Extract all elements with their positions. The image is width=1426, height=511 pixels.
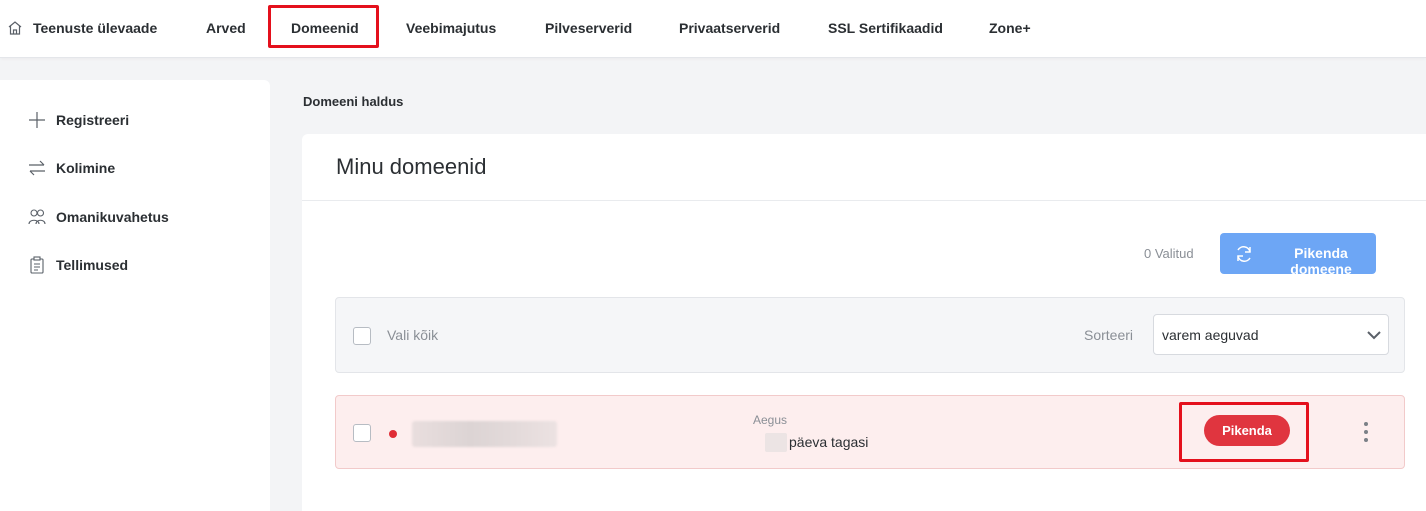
home-icon xyxy=(8,21,22,35)
top-navigation: Teenuste ülevaade Arved Domeenid Veebima… xyxy=(0,0,1426,58)
highlight-renew xyxy=(1179,402,1309,462)
expiry-days-redacted xyxy=(765,433,787,452)
sidebar-item-label: Registreeri xyxy=(56,112,130,128)
domain-name-redacted xyxy=(412,421,557,447)
page-title: Minu domeenid xyxy=(336,154,487,179)
select-all-checkbox[interactable] xyxy=(353,327,371,345)
domain-checkbox[interactable] xyxy=(353,424,371,442)
sort-label: Sorteeri xyxy=(1084,327,1134,343)
sidebar-item-label: Tellimused xyxy=(56,257,129,273)
expiry-value: päeva tagasi xyxy=(789,434,869,450)
chevron-down-icon xyxy=(1367,331,1381,340)
clipboard-icon xyxy=(30,256,44,274)
breadcrumb: Domeeni haldus xyxy=(303,94,404,109)
nav-private-servers[interactable]: Privaatserverid xyxy=(679,18,780,38)
transfer-arrows-icon xyxy=(29,160,45,176)
highlight-domains xyxy=(268,5,379,48)
sidebar: Registreeri Kolimine Omanikuvahetus Tell… xyxy=(0,80,270,511)
nav-hosting[interactable]: Veebimajutus xyxy=(406,18,496,38)
users-icon xyxy=(28,209,46,225)
more-options-icon[interactable] xyxy=(1361,420,1371,444)
status-dot-icon xyxy=(389,430,397,438)
domains-card: Minu domeenid 0 Valitud Pikenda domeene … xyxy=(302,134,1426,511)
nav-ssl-certificates[interactable]: SSL Sertifikaadid xyxy=(828,18,943,38)
nav-home[interactable]: Teenuste ülevaade xyxy=(33,18,157,38)
domain-row: Aegus päeva tagasi Pikenda xyxy=(335,395,1405,469)
sort-select-value: varem aeguvad xyxy=(1162,327,1259,343)
divider xyxy=(302,200,1426,201)
renew-domains-button[interactable]: Pikenda domeene xyxy=(1220,233,1376,277)
list-toolbar: Vali kõik Sorteeri varem aeguvad xyxy=(335,297,1405,373)
sidebar-item-label: Kolimine xyxy=(56,160,116,176)
sort-select[interactable]: varem aeguvad xyxy=(1153,314,1389,355)
select-all-label: Vali kõik xyxy=(387,327,439,343)
nav-zoneplus[interactable]: Zone+ xyxy=(989,18,1031,38)
nav-invoices[interactable]: Arved xyxy=(206,18,246,38)
nav-cloud-servers[interactable]: Pilveserverid xyxy=(545,18,632,38)
plus-icon xyxy=(29,112,45,128)
expiry-label: Aegus xyxy=(753,413,788,427)
sidebar-item-label: Omanikuvahetus xyxy=(56,209,169,225)
renew-domains-label: Pikenda domeene xyxy=(1290,245,1352,277)
refresh-icon xyxy=(1237,246,1251,262)
selected-count: 0 Valitud xyxy=(1144,246,1194,261)
